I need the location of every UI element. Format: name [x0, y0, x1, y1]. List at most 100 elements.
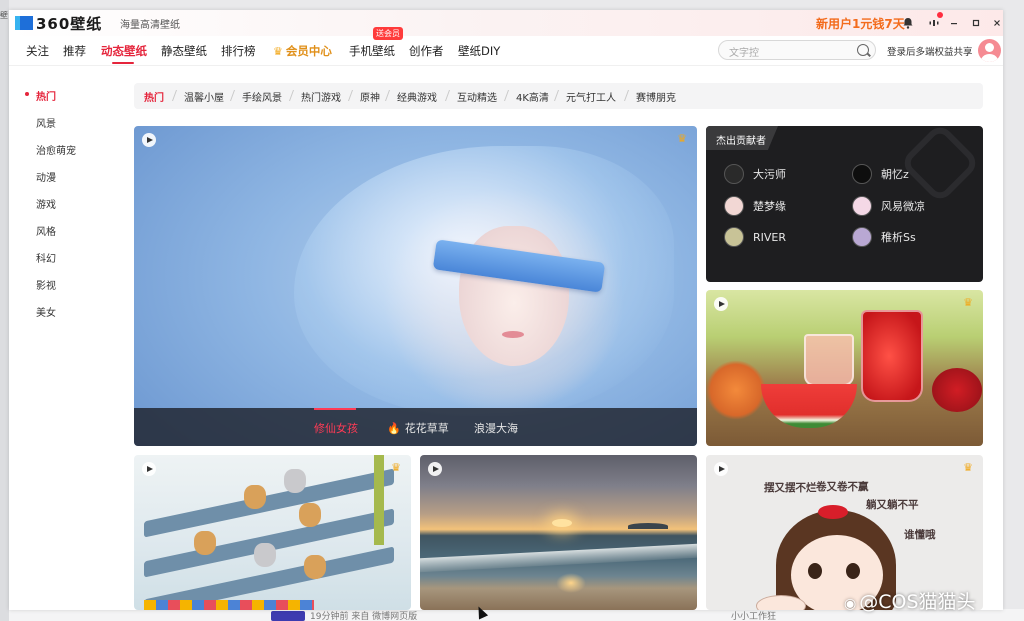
- tag-classic-games[interactable]: 经典游戏: [397, 89, 437, 104]
- play-icon[interactable]: [142, 133, 156, 147]
- sidebar-item-film[interactable]: 影视: [36, 277, 56, 292]
- tag-interactive[interactable]: 互动精选: [457, 89, 497, 104]
- sidebar-item-games[interactable]: 游戏: [36, 196, 56, 211]
- wallpaper-card-cat-factory[interactable]: ♛: [134, 455, 411, 610]
- contributor-name: 风易微凉: [881, 200, 925, 213]
- contributor-name: RIVER: [753, 230, 787, 244]
- app-logo[interactable]: 360壁纸: [15, 14, 102, 33]
- sidebar-item-style[interactable]: 风格: [36, 223, 56, 238]
- contributor-avatar: [852, 196, 872, 216]
- tag-separator: [384, 90, 391, 101]
- hero-tab-cultivation-girl[interactable]: 修仙女孩: [314, 420, 358, 436]
- girl-art-eye: [846, 563, 860, 579]
- nav-tab-mobile-wallpaper[interactable]: 手机壁纸: [349, 43, 395, 59]
- tag-separator: [347, 90, 354, 101]
- close-icon[interactable]: [989, 15, 1003, 31]
- search-placeholder: 文字控: [729, 48, 759, 59]
- cats-art-cat: [299, 503, 321, 527]
- desktop-edge-left: 壁: [0, 0, 9, 621]
- meme-text-4: 谁懂哦: [904, 529, 936, 541]
- sidebar-item-pets[interactable]: 治愈萌宠: [36, 142, 76, 157]
- sidebar-item-beauty[interactable]: 美女: [36, 304, 56, 319]
- nav-tab-vip-center[interactable]: ♛ 会员中心: [273, 43, 332, 59]
- tag-filter-bar: 热门 温馨小屋 手绘风景 热门游戏 原神 经典游戏 互动精选 4K高清 元气打工…: [134, 83, 983, 109]
- underlying-thumbnail: [271, 611, 305, 621]
- tag-4k[interactable]: 4K高清: [516, 89, 549, 104]
- tag-separator: [503, 90, 510, 101]
- title-bar[interactable]: 360壁纸 海量高清壁纸 新用户1元钱7天: [9, 10, 1003, 36]
- drink-art-leaf: [706, 360, 766, 420]
- sidebar-item-anime[interactable]: 动漫: [36, 169, 56, 184]
- wallpaper-card-summer-drinks[interactable]: ♛: [706, 290, 983, 446]
- tag-hot[interactable]: 热门: [144, 89, 164, 104]
- tag-genshin[interactable]: 原神: [360, 89, 380, 104]
- hero-tab-flowers[interactable]: 🔥 花花草草: [387, 420, 449, 436]
- girl-art-bow: [818, 505, 848, 519]
- user-avatar[interactable]: [978, 39, 1001, 62]
- sidebar-item-scenery[interactable]: 风景: [36, 115, 56, 130]
- featured-wallpaper-card[interactable]: ♛ 修仙女孩 🔥 花花草草 浪漫大海: [134, 126, 697, 446]
- play-icon[interactable]: [714, 462, 728, 476]
- contributor-item[interactable]: 大污师: [724, 164, 786, 184]
- tag-cyberpunk[interactable]: 赛博朋克: [636, 89, 676, 104]
- tag-cozy-house[interactable]: 温馨小屋: [184, 89, 224, 104]
- sea-art-island: [628, 523, 668, 529]
- fire-icon: 🔥: [387, 422, 401, 435]
- contributor-item[interactable]: 楚梦缘: [724, 196, 786, 216]
- cats-art-cat: [254, 543, 276, 567]
- app-slogan: 海量高清壁纸: [120, 20, 180, 31]
- sound-icon[interactable]: [926, 15, 942, 31]
- play-icon[interactable]: [714, 297, 728, 311]
- nav-tab-follow[interactable]: 关注: [26, 43, 49, 59]
- search-input[interactable]: 文字控: [718, 40, 876, 60]
- login-prompt-link[interactable]: 登录后多端权益共享: [887, 44, 973, 58]
- contributors-decoration: [898, 126, 982, 205]
- tag-separator: [444, 90, 451, 101]
- nav-tab-recommend[interactable]: 推荐: [63, 43, 86, 59]
- category-sidebar: 热门 风景 治愈萌宠 动漫 游戏 风格 科幻 影视 美女: [9, 67, 129, 610]
- hero-tab-romantic-sea[interactable]: 浪漫大海: [474, 420, 518, 436]
- weibo-icon: ◉: [844, 596, 857, 612]
- sidebar-item-hot[interactable]: 热门: [36, 88, 56, 103]
- tag-worker[interactable]: 元气打工人: [566, 89, 616, 104]
- nav-tab-wallpaper-diy[interactable]: 壁纸DIY: [458, 43, 500, 59]
- wallpaper-card-sunset-sea[interactable]: [420, 455, 697, 610]
- watermark-text: @COS猫猫头: [859, 591, 976, 613]
- cats-art-cat: [244, 485, 266, 509]
- new-user-promo-link[interactable]: 新用户1元钱7天: [816, 15, 905, 32]
- search-icon[interactable]: [857, 44, 869, 56]
- contributors-title: 杰出贡献者: [706, 126, 778, 150]
- cats-art-bunting: [144, 600, 314, 610]
- maximize-icon[interactable]: [968, 15, 984, 31]
- notification-bell-icon[interactable]: [900, 15, 916, 31]
- meme-text-3: 躺又躺不平: [866, 499, 919, 511]
- contributor-item[interactable]: 朝忆z: [852, 164, 909, 184]
- hero-tab-strip: 修仙女孩 🔥 花花草草 浪漫大海: [134, 408, 697, 446]
- drink-art-glass: [861, 310, 923, 402]
- hero-tab-flowers-label: 花花草草: [404, 422, 449, 435]
- tag-separator: [288, 90, 295, 101]
- play-icon[interactable]: [428, 462, 442, 476]
- contributor-avatar: [724, 227, 744, 247]
- contributor-item[interactable]: 稚析Ss: [852, 227, 916, 247]
- post-meta: 19分钟前 来自 微博网页版: [310, 612, 418, 621]
- tag-hot-games[interactable]: 热门游戏: [301, 89, 341, 104]
- play-icon[interactable]: [142, 462, 156, 476]
- desktop-edge-label: 壁: [0, 11, 8, 20]
- nav-tab-ranking[interactable]: 排行榜: [221, 43, 256, 59]
- app-window: 360壁纸 海量高清壁纸 新用户1元钱7天 关注 推荐 动态壁纸 静态壁纸 排行…: [9, 10, 1003, 610]
- main-nav: 关注 推荐 动态壁纸 静态壁纸 排行榜 ♛ 会员中心 手机壁纸 送会员 创作者 壁…: [9, 27, 1003, 66]
- drink-art-bowl: [932, 368, 982, 412]
- nav-tab-static-wallpaper[interactable]: 静态壁纸: [161, 43, 207, 59]
- nav-tab-creator[interactable]: 创作者: [409, 43, 444, 59]
- minimize-icon[interactable]: [946, 15, 962, 31]
- tag-separator: [623, 90, 630, 101]
- contributor-item[interactable]: RIVER: [724, 227, 786, 247]
- contributor-name: 大污师: [753, 168, 786, 181]
- active-tab-indicator: [112, 62, 134, 64]
- weibo-watermark: ◉ @COS猫猫头: [844, 587, 976, 614]
- contributor-item[interactable]: 风易微凉: [852, 196, 925, 216]
- sidebar-item-scifi[interactable]: 科幻: [36, 250, 56, 265]
- tag-hand-drawn[interactable]: 手绘风景: [242, 89, 282, 104]
- nav-tab-live-wallpaper[interactable]: 动态壁纸: [101, 43, 147, 59]
